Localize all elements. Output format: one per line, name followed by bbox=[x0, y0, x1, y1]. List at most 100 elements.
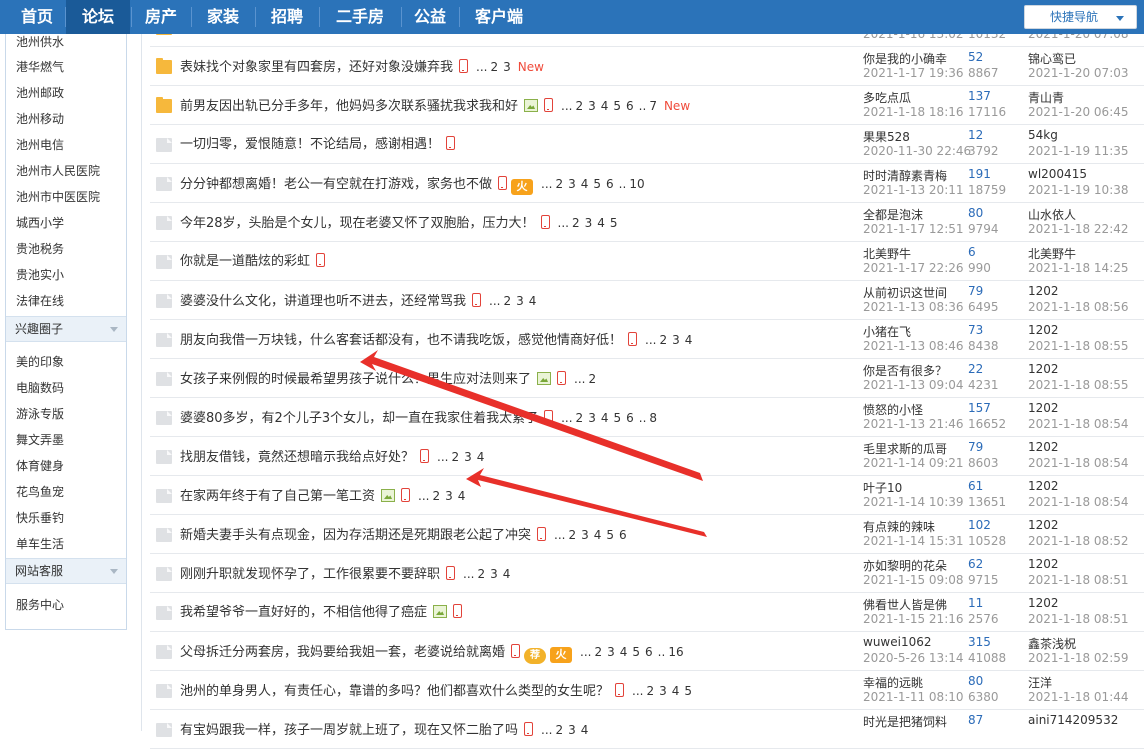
thread-title[interactable]: 分分钟都想离婚！老公一有空就在打游戏，家务也不做 bbox=[180, 177, 492, 192]
last-reply-user[interactable]: 北美野牛 bbox=[1028, 245, 1076, 262]
thread-author[interactable]: 全都是泡沫 bbox=[863, 206, 923, 223]
page-link[interactable]: 2 bbox=[555, 177, 563, 191]
thread-title[interactable]: 在家两年终于有了自己第一笔工资 bbox=[180, 489, 375, 504]
page-link[interactable]: 6 bbox=[619, 528, 627, 542]
sidebar-section-interest[interactable]: 兴趣圈子 bbox=[6, 316, 126, 342]
sidebar-item[interactable]: 花鸟鱼宠 bbox=[16, 483, 64, 500]
thread-title[interactable]: 表妹找个对象家里有四套房，还好对象没嫌弃我 bbox=[180, 60, 453, 75]
sidebar-item[interactable]: 池州移动 bbox=[16, 110, 64, 127]
last-reply-user[interactable]: 1202 bbox=[1028, 557, 1059, 571]
thread-title[interactable]: 朋友向我借一万块钱，什么客套话都没有，也不请我吃饭，感觉他情商好低！ bbox=[180, 333, 622, 348]
page-link[interactable]: 2 bbox=[588, 372, 596, 386]
thread-title[interactable]: 我希望爷爷一直好好的，不相信他得了癌症 bbox=[180, 605, 427, 620]
thread-author[interactable]: 你是我的小确幸 bbox=[863, 50, 947, 67]
sidebar-item[interactable]: 池州市人民医院 bbox=[16, 162, 100, 179]
page-link[interactable]: 2 bbox=[576, 411, 584, 425]
page-link[interactable]: 5 bbox=[632, 645, 640, 659]
page-link[interactable]: 2 bbox=[555, 723, 563, 737]
page-link[interactable]: 2 bbox=[477, 567, 485, 581]
sidebar-item[interactable]: 贵池税务 bbox=[16, 240, 64, 257]
thread-author[interactable]: 有点辣的辣味 bbox=[863, 518, 935, 535]
page-link[interactable]: 4 bbox=[581, 723, 589, 737]
page-link[interactable]: 5 bbox=[610, 216, 618, 230]
thread-author[interactable]: 时光是把猪饲料 bbox=[863, 713, 947, 730]
last-reply-user[interactable]: wl200415 bbox=[1028, 167, 1087, 181]
page-link[interactable]: 6 bbox=[626, 99, 634, 113]
page-link[interactable]: 4 bbox=[581, 177, 589, 191]
page-link[interactable]: 2 bbox=[659, 333, 667, 347]
last-reply-user[interactable]: 1202 bbox=[1028, 323, 1059, 337]
page-link[interactable]: 5 bbox=[613, 411, 621, 425]
sidebar-item[interactable]: 快乐垂钓 bbox=[16, 509, 64, 526]
sidebar-item[interactable]: 池州邮政 bbox=[16, 84, 64, 101]
page-link-last[interactable]: 7 bbox=[649, 99, 657, 113]
nav-charity[interactable]: 公益 bbox=[402, 0, 458, 34]
last-reply-user[interactable]: 1202 bbox=[1028, 284, 1059, 298]
thread-title[interactable]: 新婚夫妻手头有点现金，因为存活期还是死期跟老公起了冲突 bbox=[180, 528, 531, 543]
sidebar-item[interactable]: 体育健身 bbox=[16, 457, 64, 474]
thread-title[interactable]: 刚刚升职就发现怀孕了，工作很累要不要辞职 bbox=[180, 567, 440, 582]
thread-title[interactable]: 今年28岁，头胎是个女儿，现在老婆又怀了双胞胎，压力大！ bbox=[180, 216, 535, 231]
page-link[interactable]: 3 bbox=[588, 411, 596, 425]
thread-author[interactable]: 果果528 bbox=[863, 128, 910, 145]
page-link[interactable]: 5 bbox=[613, 99, 621, 113]
page-link[interactable]: 4 bbox=[601, 411, 609, 425]
page-link[interactable]: 5 bbox=[593, 177, 601, 191]
sidebar-item[interactable]: 游泳专版 bbox=[16, 405, 64, 422]
page-link[interactable]: 3 bbox=[581, 528, 589, 542]
sidebar-item[interactable]: 城西小学 bbox=[16, 214, 64, 231]
nav-forum[interactable]: 论坛 bbox=[66, 0, 130, 34]
page-link[interactable]: 3 bbox=[588, 99, 596, 113]
last-reply-user[interactable]: 锦心鸾已 bbox=[1028, 50, 1076, 67]
thread-author[interactable]: wuwei1062 bbox=[863, 635, 932, 649]
page-link[interactable]: 4 bbox=[601, 99, 609, 113]
page-link[interactable]: 2 bbox=[451, 450, 459, 464]
page-link[interactable]: 3 bbox=[672, 333, 680, 347]
page-link[interactable]: 3 bbox=[568, 723, 576, 737]
page-link-last[interactable]: 10 bbox=[629, 177, 644, 191]
page-link[interactable]: 6 bbox=[606, 177, 614, 191]
last-reply-user[interactable]: 1202 bbox=[1028, 596, 1059, 610]
page-link[interactable]: 3 bbox=[490, 567, 498, 581]
page-link[interactable]: 3 bbox=[585, 216, 593, 230]
thread-author[interactable]: 幸福的远眺 bbox=[863, 674, 923, 691]
page-link[interactable]: 2 bbox=[646, 684, 654, 698]
thread-author[interactable]: 多吃点瓜 bbox=[863, 89, 911, 106]
last-reply-user[interactable]: 1202 bbox=[1028, 479, 1059, 493]
nav-decoration[interactable]: 家装 bbox=[192, 0, 254, 34]
thread-title[interactable]: 池州的单身男人，有责任心，靠谱的多吗？他们都喜欢什么类型的女生呢？ bbox=[180, 684, 609, 699]
page-link[interactable]: 2 bbox=[490, 60, 498, 74]
last-reply-user[interactable]: 1202 bbox=[1028, 518, 1059, 532]
nav-secondhand-house[interactable]: 二手房 bbox=[320, 0, 400, 34]
page-link[interactable]: 4 bbox=[672, 684, 680, 698]
sidebar-item[interactable]: 池州电信 bbox=[16, 136, 64, 153]
thread-title[interactable]: 婆婆80多岁，有2个儿子3个女儿，却一直在我家住着我太累了 bbox=[180, 411, 538, 426]
last-reply-user[interactable]: 1202 bbox=[1028, 440, 1059, 454]
page-link[interactable]: 3 bbox=[503, 60, 511, 74]
last-reply-user[interactable]: 汪洋 bbox=[1028, 674, 1052, 691]
thread-author[interactable]: 亦如黎明的花朵 bbox=[863, 557, 947, 574]
sidebar-item[interactable]: 法律在线 bbox=[16, 292, 64, 309]
thread-title[interactable]: 找朋友借钱，竟然还想暗示我给点好处？ bbox=[180, 450, 414, 465]
page-link[interactable]: 4 bbox=[529, 294, 537, 308]
page-link[interactable]: 3 bbox=[445, 489, 453, 503]
page-link[interactable]: 3 bbox=[464, 450, 472, 464]
thread-title[interactable]: 前男友因出轨已分手多年，他妈妈多次联系骚扰我求我和好 bbox=[180, 99, 518, 114]
page-link[interactable]: 6 bbox=[626, 411, 634, 425]
thread-title[interactable]: 你就是一道酷炫的彩虹 bbox=[180, 254, 310, 269]
last-reply-user[interactable]: aini714209532 bbox=[1028, 713, 1118, 727]
page-link[interactable]: 5 bbox=[684, 684, 692, 698]
last-reply-user[interactable]: 山水依人 bbox=[1028, 206, 1076, 223]
last-reply-user[interactable]: 54kg bbox=[1028, 128, 1058, 142]
thread-author[interactable]: 小猪在飞 bbox=[863, 323, 911, 340]
sidebar-item[interactable]: 舞文弄墨 bbox=[16, 431, 64, 448]
thread-author[interactable]: 叶子10 bbox=[863, 479, 902, 496]
sidebar-item[interactable]: 贵池实小 bbox=[16, 266, 64, 283]
page-link[interactable]: 4 bbox=[597, 216, 605, 230]
thread-author[interactable]: 时时清醇素青梅 bbox=[863, 167, 947, 184]
sidebar-item[interactable]: 池州供水 bbox=[16, 33, 64, 50]
page-link[interactable]: 5 bbox=[606, 528, 614, 542]
page-link[interactable]: 3 bbox=[568, 177, 576, 191]
thread-author[interactable]: 愤怒的小怪 bbox=[863, 401, 923, 418]
last-reply-user[interactable]: 鑫茶浅柷 bbox=[1028, 635, 1076, 652]
